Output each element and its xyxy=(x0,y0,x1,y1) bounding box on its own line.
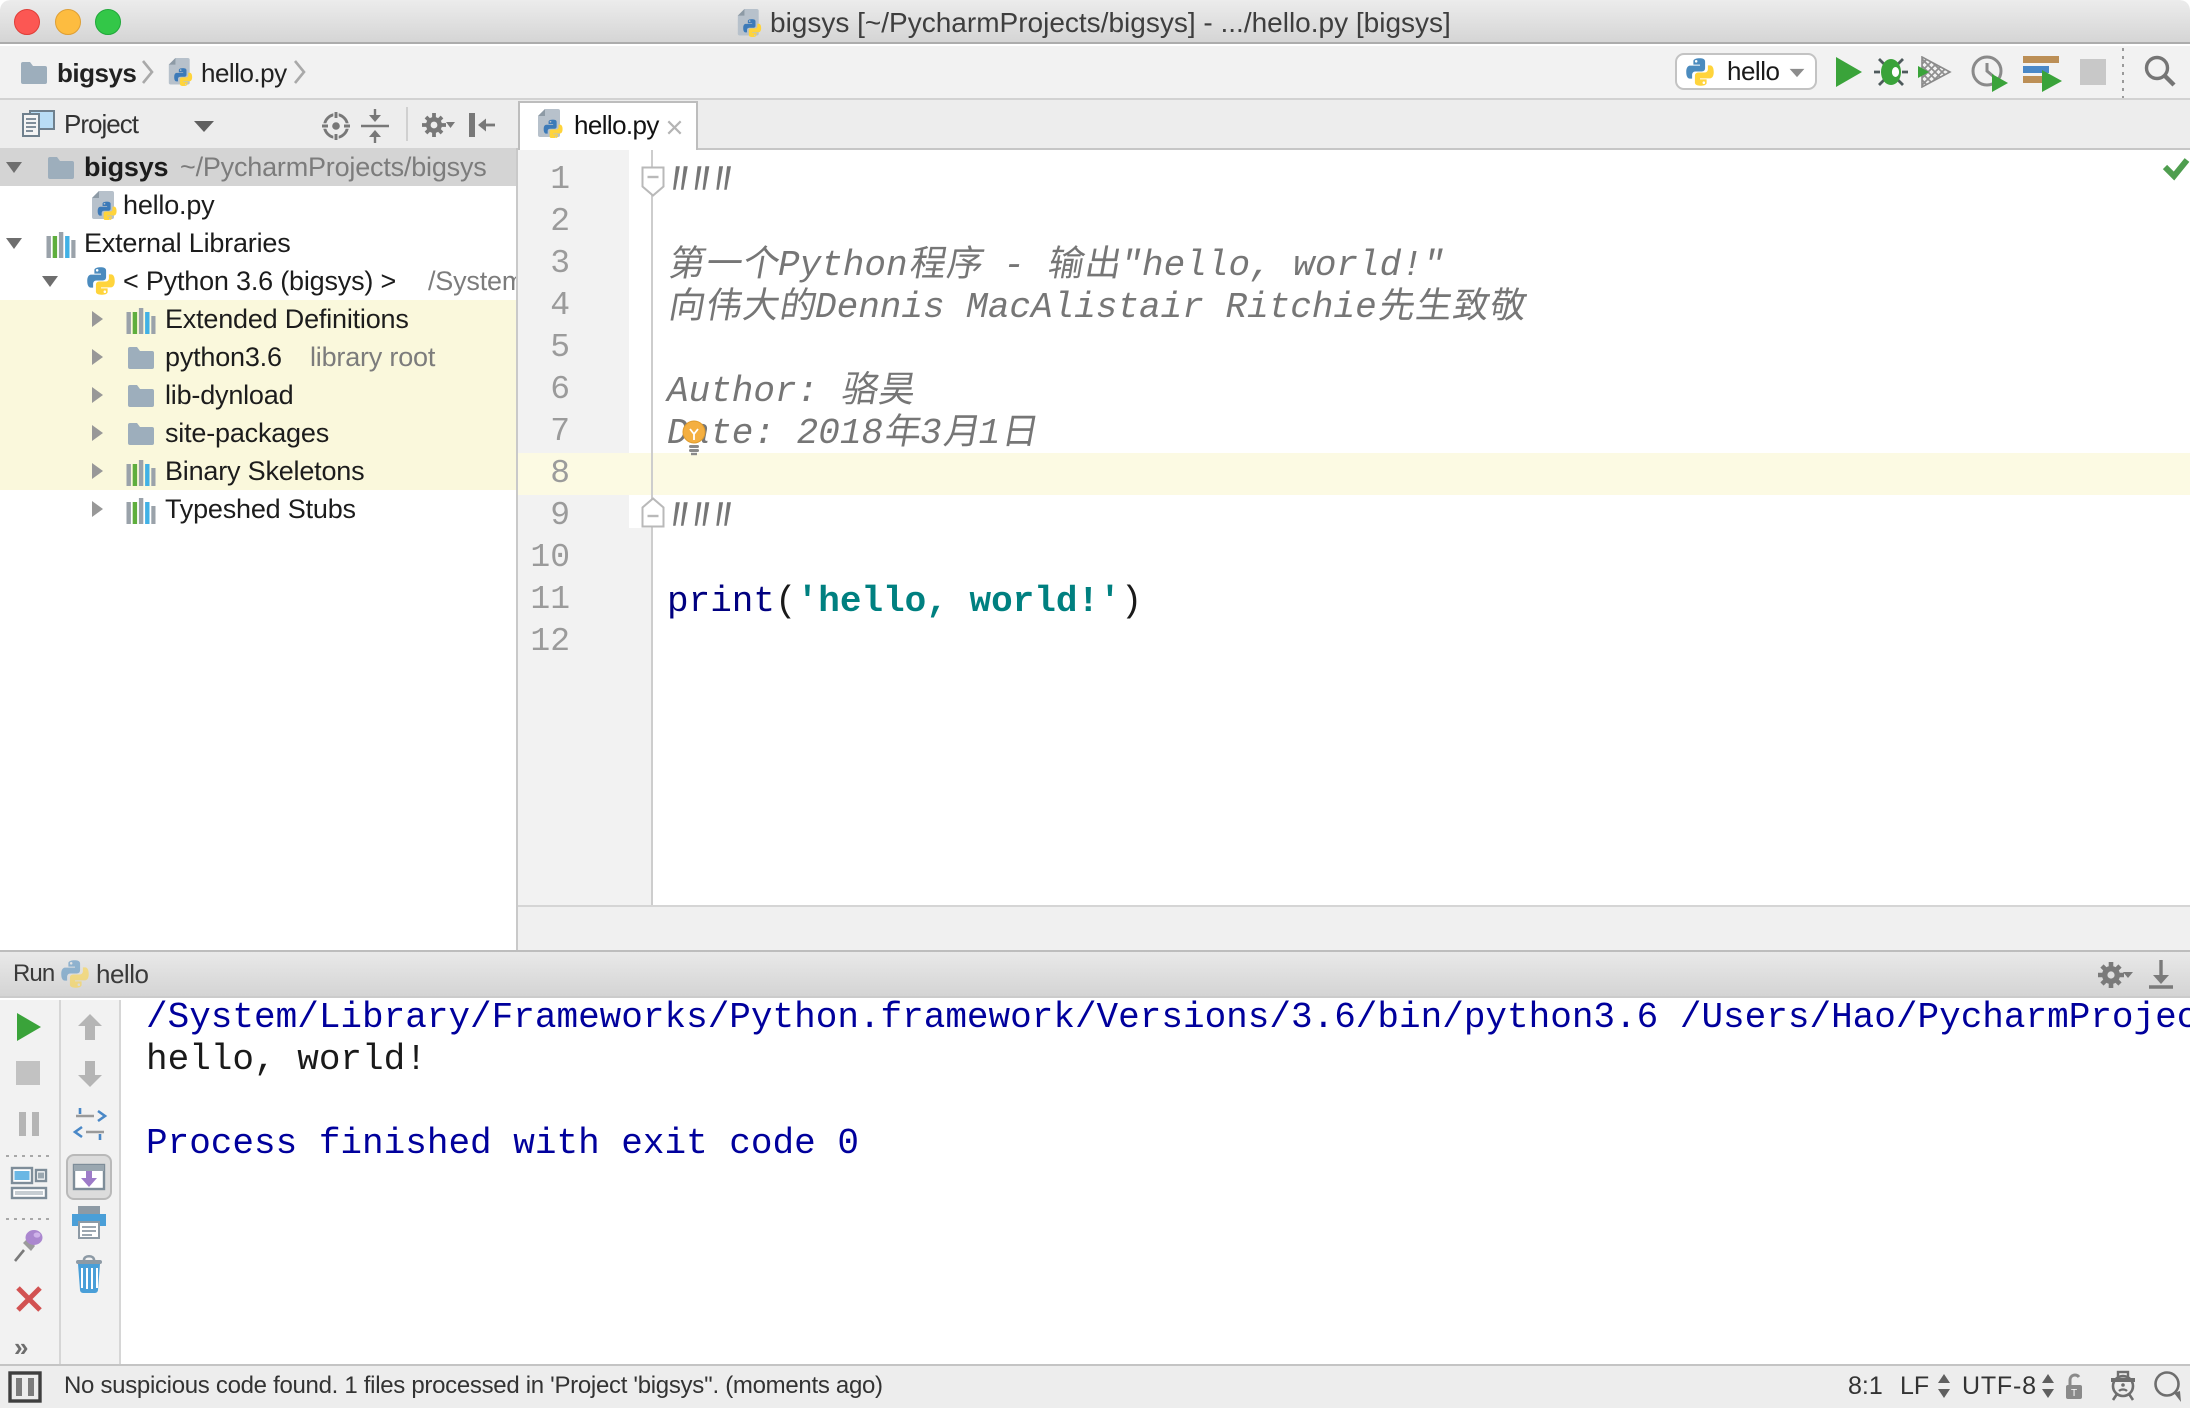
svg-text:T: T xyxy=(2071,1388,2077,1399)
